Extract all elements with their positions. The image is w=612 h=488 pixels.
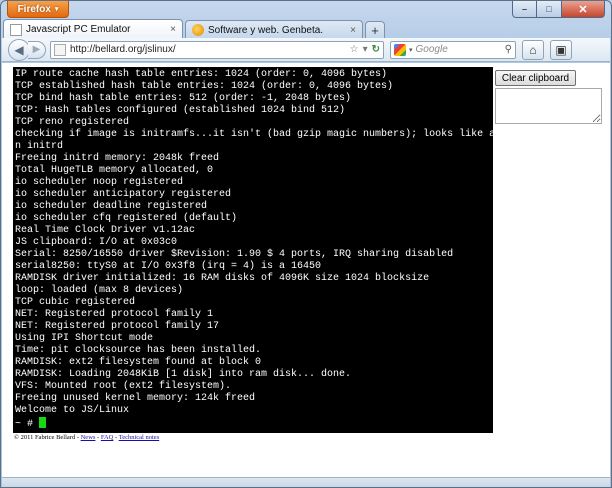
page-content: IP route cache hash table entries: 1024 …	[2, 63, 610, 477]
tab-label: Software y web. Genbeta.	[208, 24, 324, 36]
genbeta-icon	[192, 24, 204, 36]
home-icon: ⌂	[529, 42, 537, 57]
address-bar[interactable]: http://bellard.org/jslinux/ ☆ ▾ ↻	[50, 40, 384, 59]
terminal-line: RAMDISK: ext2 filesystem found at block …	[15, 357, 262, 368]
news-link[interactable]: News	[81, 434, 96, 441]
back-arrow-icon: ◀	[14, 42, 24, 57]
clear-clipboard-button[interactable]: Clear clipboard	[495, 70, 576, 86]
terminal-line: loop: loaded (max 8 devices)	[15, 285, 184, 296]
terminal-line: NET: Registered protocol family 17	[15, 321, 220, 332]
terminal-line: Real Time Clock Driver v1.12ac	[15, 225, 196, 236]
terminal-line: RAMDISK: Loading 2048KiB [1 disk] into r…	[15, 369, 352, 380]
terminal-line: io scheduler anticipatory registered	[15, 189, 232, 200]
url-text[interactable]: http://bellard.org/jslinux/	[70, 44, 346, 55]
terminal-line: serial8250: ttyS0 at I/O 0x3f8 (irq = 4)…	[15, 261, 322, 272]
faq-link[interactable]: FAQ	[101, 434, 114, 441]
forward-arrow-icon: ▶	[32, 44, 41, 55]
terminal-line: JS clipboard: I/O at 0x03c0	[15, 237, 178, 248]
terminal-line: Time: pit clocksource has been installed…	[15, 345, 262, 356]
firefox-menu-label: Firefox	[17, 3, 51, 15]
search-icon[interactable]: ⚲	[505, 44, 512, 55]
google-icon[interactable]	[394, 43, 406, 56]
window-controls: – □ ✕	[512, 1, 605, 18]
minimize-button[interactable]: –	[512, 1, 537, 18]
terminal-line: RAMDISK driver initialized: 16 RAM disks…	[15, 273, 430, 284]
terminal-line: Freeing unused kernel memory: 124k freed	[15, 393, 256, 404]
addon-button[interactable]: ▣	[550, 39, 572, 60]
tab-jslinux[interactable]: Javascript PC Emulator ×	[3, 19, 183, 39]
firefox-menu-button[interactable]: Firefox ▾	[7, 1, 69, 18]
back-button[interactable]: ◀	[8, 38, 30, 61]
shell-prompt: ~ #	[15, 419, 40, 430]
history-dropdown-icon[interactable]: ▾	[363, 44, 368, 55]
terminal-line: NET: Registered protocol family 1	[15, 309, 214, 320]
tab-strip: Javascript PC Emulator × Software y web.…	[3, 19, 609, 39]
reload-icon[interactable]: ↻	[372, 44, 380, 55]
chevron-down-icon: ▾	[54, 6, 59, 13]
terminal-line: checking if image is initramfs...it isn'…	[15, 129, 493, 140]
bookmark-star-icon[interactable]: ☆	[350, 44, 359, 55]
page-footer: © 2011 Fabrice Bellard - News - FAQ - Te…	[14, 434, 159, 441]
new-tab-button[interactable]: +	[365, 21, 385, 39]
addon-icon: ▣	[555, 42, 567, 57]
terminal-line: VFS: Mounted root (ext2 filesystem).	[15, 381, 232, 392]
technical-notes-link[interactable]: Technical notes	[119, 434, 160, 441]
copyright-text: © 2011 Fabrice Bellard -	[14, 434, 81, 441]
search-engine-dropdown-icon[interactable]: ▾	[409, 46, 413, 54]
page-icon	[10, 23, 22, 36]
terminal-line: TCP cubic registered	[15, 297, 136, 308]
close-window-button[interactable]: ✕	[562, 1, 605, 18]
terminal-line: TCP bind hash table entries: 512 (order:…	[15, 93, 352, 104]
tab-close-icon[interactable]: ×	[170, 24, 176, 35]
terminal-line: TCP: Hash tables configured (established…	[15, 105, 346, 116]
status-bar	[2, 477, 610, 487]
terminal-line: Total HugeTLB memory allocated, 0	[15, 165, 214, 176]
terminal-line: Serial: 8250/16550 driver $Revision: 1.9…	[15, 249, 454, 260]
site-identity-icon[interactable]	[54, 43, 66, 56]
tab-label: Javascript PC Emulator	[26, 24, 131, 35]
forward-button[interactable]: ▶	[28, 40, 46, 59]
navigation-toolbar: ◀ ▶ http://bellard.org/jslinux/ ☆ ▾ ↻ ▾ …	[2, 38, 610, 62]
terminal-line: Freeing initrd memory: 2048k freed	[15, 153, 220, 164]
search-input[interactable]: Google	[416, 44, 502, 55]
terminal-line: Using IPI Shortcut mode	[15, 333, 154, 344]
tab-close-icon[interactable]: ×	[350, 25, 356, 36]
terminal-line: TCP established hash table entries: 1024…	[15, 81, 394, 92]
terminal-line: IP route cache hash table entries: 1024 …	[15, 69, 388, 80]
terminal-prompt-line: ~ #	[15, 417, 491, 430]
terminal-cursor	[39, 417, 47, 428]
terminal-line: TCP reno registered	[15, 117, 130, 128]
home-button[interactable]: ⌂	[522, 39, 544, 60]
terminal-line: io scheduler cfq registered (default)	[15, 213, 238, 224]
maximize-button[interactable]: □	[537, 1, 562, 18]
tab-genbeta[interactable]: Software y web. Genbeta. ×	[185, 20, 363, 39]
terminal-screen[interactable]: IP route cache hash table entries: 1024 …	[13, 67, 493, 433]
terminal-line: io scheduler noop registered	[15, 177, 184, 188]
terminal-line: Welcome to JS/Linux	[15, 405, 130, 416]
terminal-line: n initrd	[15, 141, 64, 152]
clipboard-textarea[interactable]	[495, 88, 602, 124]
search-bar[interactable]: ▾ Google ⚲	[390, 40, 516, 59]
terminal-line: io scheduler deadline registered	[15, 201, 208, 212]
browser-window: Firefox ▾ – □ ✕ Javascript PC Emulator ×…	[0, 0, 612, 488]
